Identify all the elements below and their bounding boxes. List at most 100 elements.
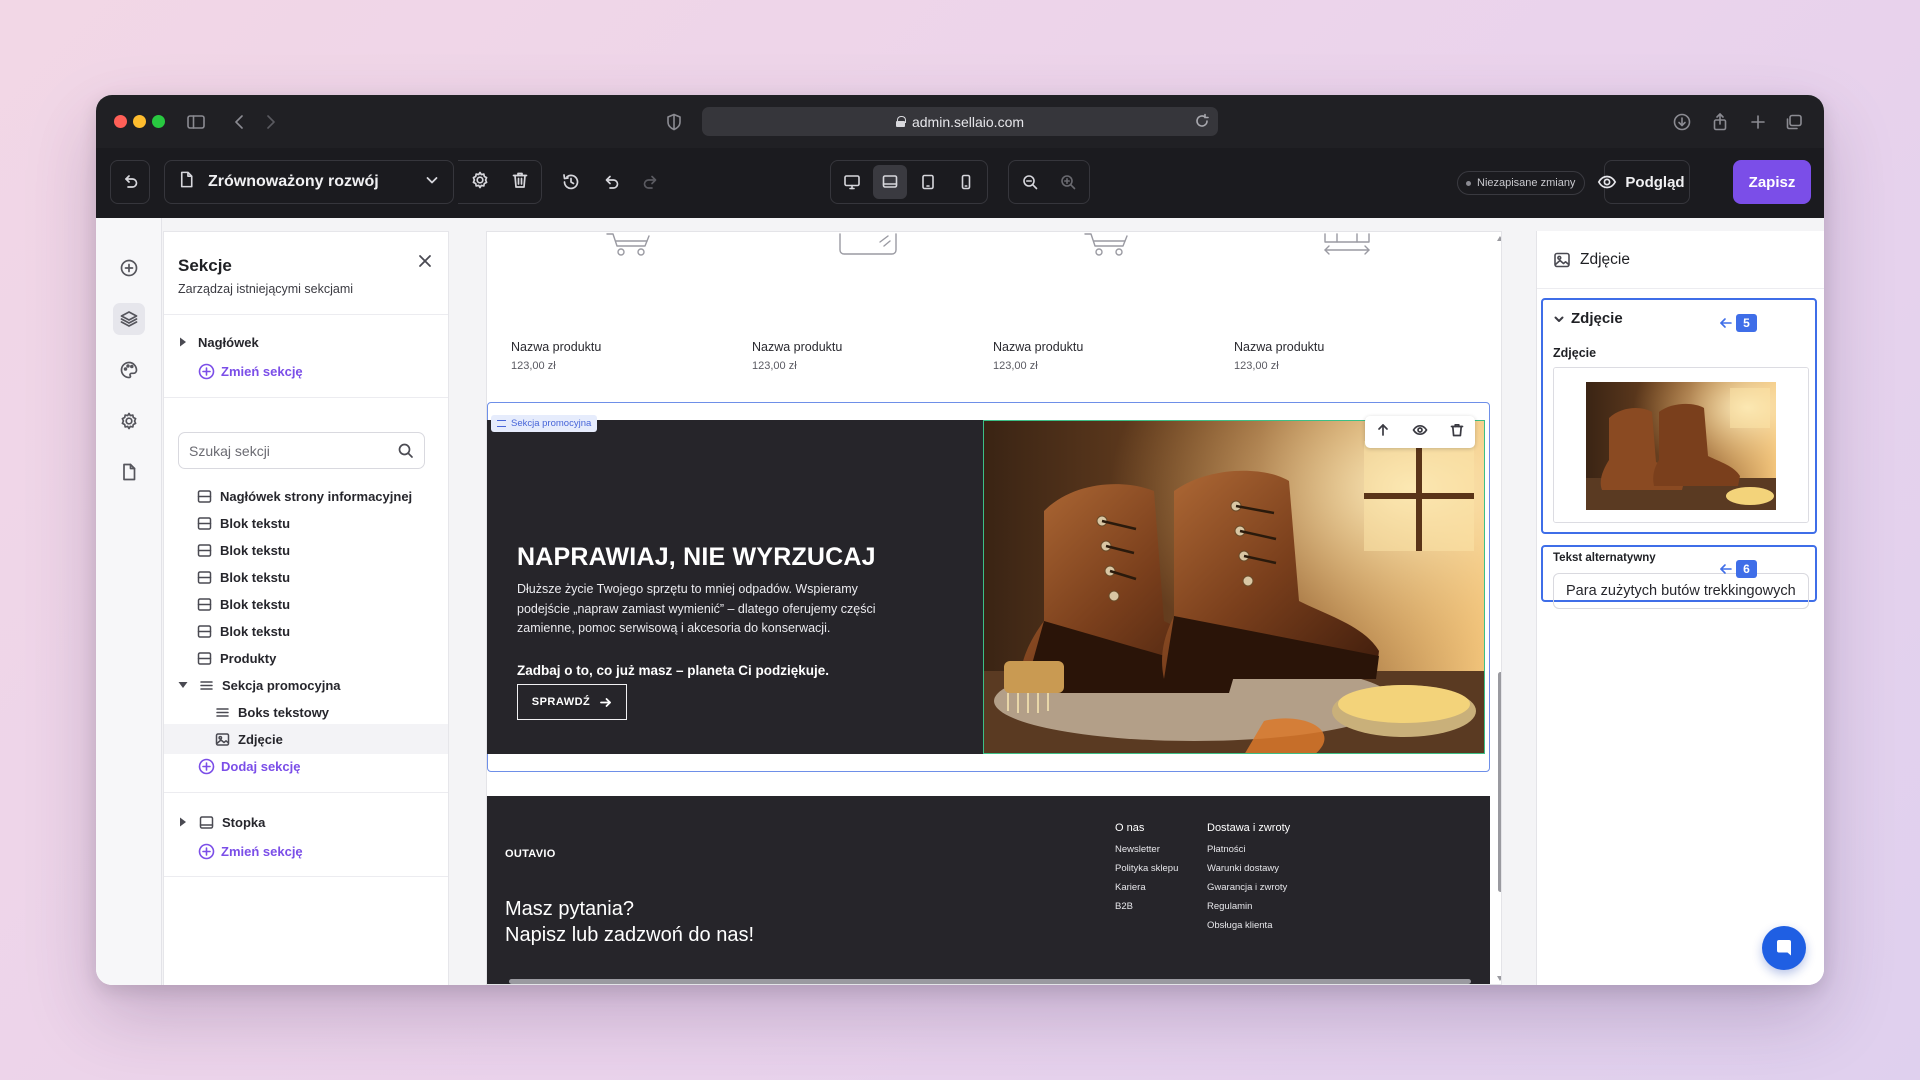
lock-icon — [895, 116, 906, 127]
new-tab-icon[interactable] — [1746, 110, 1770, 134]
properties-header: Zdjęcie — [1537, 231, 1824, 289]
section-item-promo[interactable]: Sekcja promocyjna — [164, 670, 448, 700]
zoom-out-icon[interactable] — [1013, 165, 1047, 199]
footer-link[interactable]: Kariera — [1115, 882, 1146, 893]
promo-text-box[interactable]: NAPRAWIAJ, NIE WYRZUCAJ Dłuższe życie Tw… — [487, 420, 983, 754]
caret-right-icon[interactable] — [178, 817, 188, 827]
section-item[interactable]: Blok tekstu — [164, 562, 448, 592]
properties-panel: Zdjęcie Zdjęcie Zdjęcie Tekst alternatyw… — [1536, 231, 1824, 985]
close-icon[interactable] — [414, 250, 436, 272]
section-item[interactable]: Blok tekstu — [164, 508, 448, 538]
settings-icon[interactable] — [113, 405, 145, 437]
undo-button[interactable] — [591, 160, 631, 204]
add-section-link[interactable]: Dodaj sekcję — [198, 754, 301, 778]
section-header[interactable]: Nagłówek — [164, 327, 448, 357]
close-window-button[interactable] — [114, 115, 127, 128]
palette-icon[interactable] — [113, 354, 145, 386]
mobile-view-icon[interactable] — [949, 165, 983, 199]
arrow-up-icon[interactable] — [1375, 422, 1391, 443]
exit-editor-button[interactable] — [110, 160, 150, 204]
footer-link[interactable]: Płatności — [1207, 844, 1246, 855]
forward-icon[interactable] — [258, 110, 282, 134]
desktop-view-icon[interactable] — [835, 165, 869, 199]
section-item[interactable]: Blok tekstu — [164, 616, 448, 646]
browser-window: admin.sellaio.com Zrównoważony rozwój Ni… — [96, 95, 1824, 985]
sidebar-toggle-icon[interactable] — [184, 110, 208, 134]
section-footer[interactable]: Stopka — [164, 807, 448, 837]
reload-icon[interactable] — [1194, 113, 1210, 129]
promo-image-boots[interactable] — [983, 420, 1485, 754]
chat-support-button[interactable] — [1762, 926, 1806, 970]
trash-icon[interactable] — [1449, 422, 1465, 443]
trash-icon[interactable] — [510, 170, 530, 195]
editor-workspace: Sekcje Zarządzaj istniejącymi sekcjami N… — [96, 218, 1824, 985]
scroll-up-icon[interactable] — [1497, 236, 1501, 241]
plus-circle-icon — [198, 758, 215, 774]
share-icon[interactable] — [1708, 110, 1732, 134]
vertical-scrollbar[interactable] — [1497, 232, 1501, 984]
section-item-label: Blok tekstu — [220, 596, 291, 612]
tab-overview-icon[interactable] — [1782, 110, 1806, 134]
footer-link[interactable]: Gwarancja i zwroty — [1207, 882, 1287, 893]
gear-icon[interactable] — [470, 170, 490, 195]
change-footer-section-link[interactable]: Zmień sekcję — [198, 839, 303, 863]
footer-link[interactable]: Polityka sklepu — [1115, 863, 1178, 874]
footer-preview[interactable]: OUTAVIO Masz pytania? Napisz lub zadzwoń… — [487, 796, 1490, 984]
scroll-thumb[interactable] — [509, 979, 1471, 984]
pages-icon[interactable] — [113, 456, 145, 488]
layers-icon[interactable] — [113, 303, 145, 335]
laptop-view-icon[interactable] — [873, 165, 907, 199]
page-preview-canvas[interactable]: Nazwa produktu 123,00 zł Nazwa produktu … — [486, 231, 1502, 985]
section-item[interactable]: Blok tekstu — [164, 535, 448, 565]
sections-subtitle: Zarządzaj istniejącymi sekcjami — [178, 282, 354, 296]
image-icon — [214, 731, 230, 747]
annotation-marker: 5 — [1719, 314, 1757, 332]
horizontal-scrollbar[interactable] — [487, 977, 1493, 984]
eye-icon[interactable] — [1412, 422, 1428, 443]
promo-cta-button[interactable]: SPRAWDŹ — [517, 684, 627, 720]
section-item[interactable]: Produkty — [164, 643, 448, 673]
section-subitem[interactable]: Boks tekstowy — [164, 697, 448, 727]
save-button[interactable]: Zapisz — [1733, 160, 1811, 204]
alt-text-group: Tekst alternatywny Para zużytych butów t… — [1541, 545, 1817, 609]
page-settings-button[interactable] — [458, 160, 542, 204]
search-sections-input[interactable]: Szukaj sekcji — [178, 432, 425, 469]
image-picker[interactable] — [1553, 367, 1809, 523]
page-selector[interactable]: Zrównoważony rozwój — [164, 160, 454, 204]
section-subitem-selected[interactable]: Zdjęcie — [164, 724, 448, 754]
caret-down-icon[interactable] — [178, 680, 188, 690]
footer-link[interactable]: Regulamin — [1207, 901, 1252, 912]
download-icon[interactable] — [1670, 110, 1694, 134]
product-price: 123,00 zł — [511, 360, 556, 372]
section-item[interactable]: Blok tekstu — [164, 589, 448, 619]
block-icon — [198, 814, 214, 830]
scroll-thumb[interactable] — [1498, 672, 1501, 892]
annotation-number: 5 — [1736, 314, 1757, 332]
back-icon[interactable] — [228, 110, 252, 134]
change-header-section-link[interactable]: Zmień sekcję — [198, 359, 303, 383]
image-actions-toolbar — [1365, 416, 1475, 448]
image-settings-group: Zdjęcie Zdjęcie — [1541, 298, 1817, 534]
address-bar[interactable]: admin.sellaio.com — [702, 107, 1218, 136]
preview-button[interactable]: Podgląd — [1598, 160, 1690, 204]
footer-link[interactable]: Warunki dostawy — [1207, 863, 1279, 874]
footer-link[interactable]: B2B — [1115, 901, 1133, 912]
image-icon — [1554, 252, 1570, 267]
section-item[interactable]: Nagłówek strony informacyjnej — [164, 481, 448, 511]
history-button[interactable] — [551, 160, 591, 204]
footer-link[interactable]: Newsletter — [1115, 844, 1160, 855]
tool-rail — [96, 218, 162, 985]
alt-text-input[interactable]: Para zużytych butów trekkingowych — [1553, 573, 1809, 609]
scroll-down-icon[interactable] — [1497, 976, 1501, 981]
footer-link[interactable]: Obsługa klienta — [1207, 920, 1272, 931]
add-element-icon[interactable] — [113, 252, 145, 284]
redo-button[interactable] — [631, 160, 671, 204]
image-group-toggle[interactable]: Zdjęcie — [1553, 310, 1623, 327]
zoom-window-button[interactable] — [152, 115, 165, 128]
zoom-in-icon[interactable] — [1051, 165, 1085, 199]
tablet-view-icon[interactable] — [911, 165, 945, 199]
caret-right-icon[interactable] — [178, 337, 188, 347]
minimize-window-button[interactable] — [133, 115, 146, 128]
privacy-shield-icon[interactable] — [662, 110, 686, 134]
page-selector-label: Zrównoważony rozwój — [208, 173, 379, 190]
